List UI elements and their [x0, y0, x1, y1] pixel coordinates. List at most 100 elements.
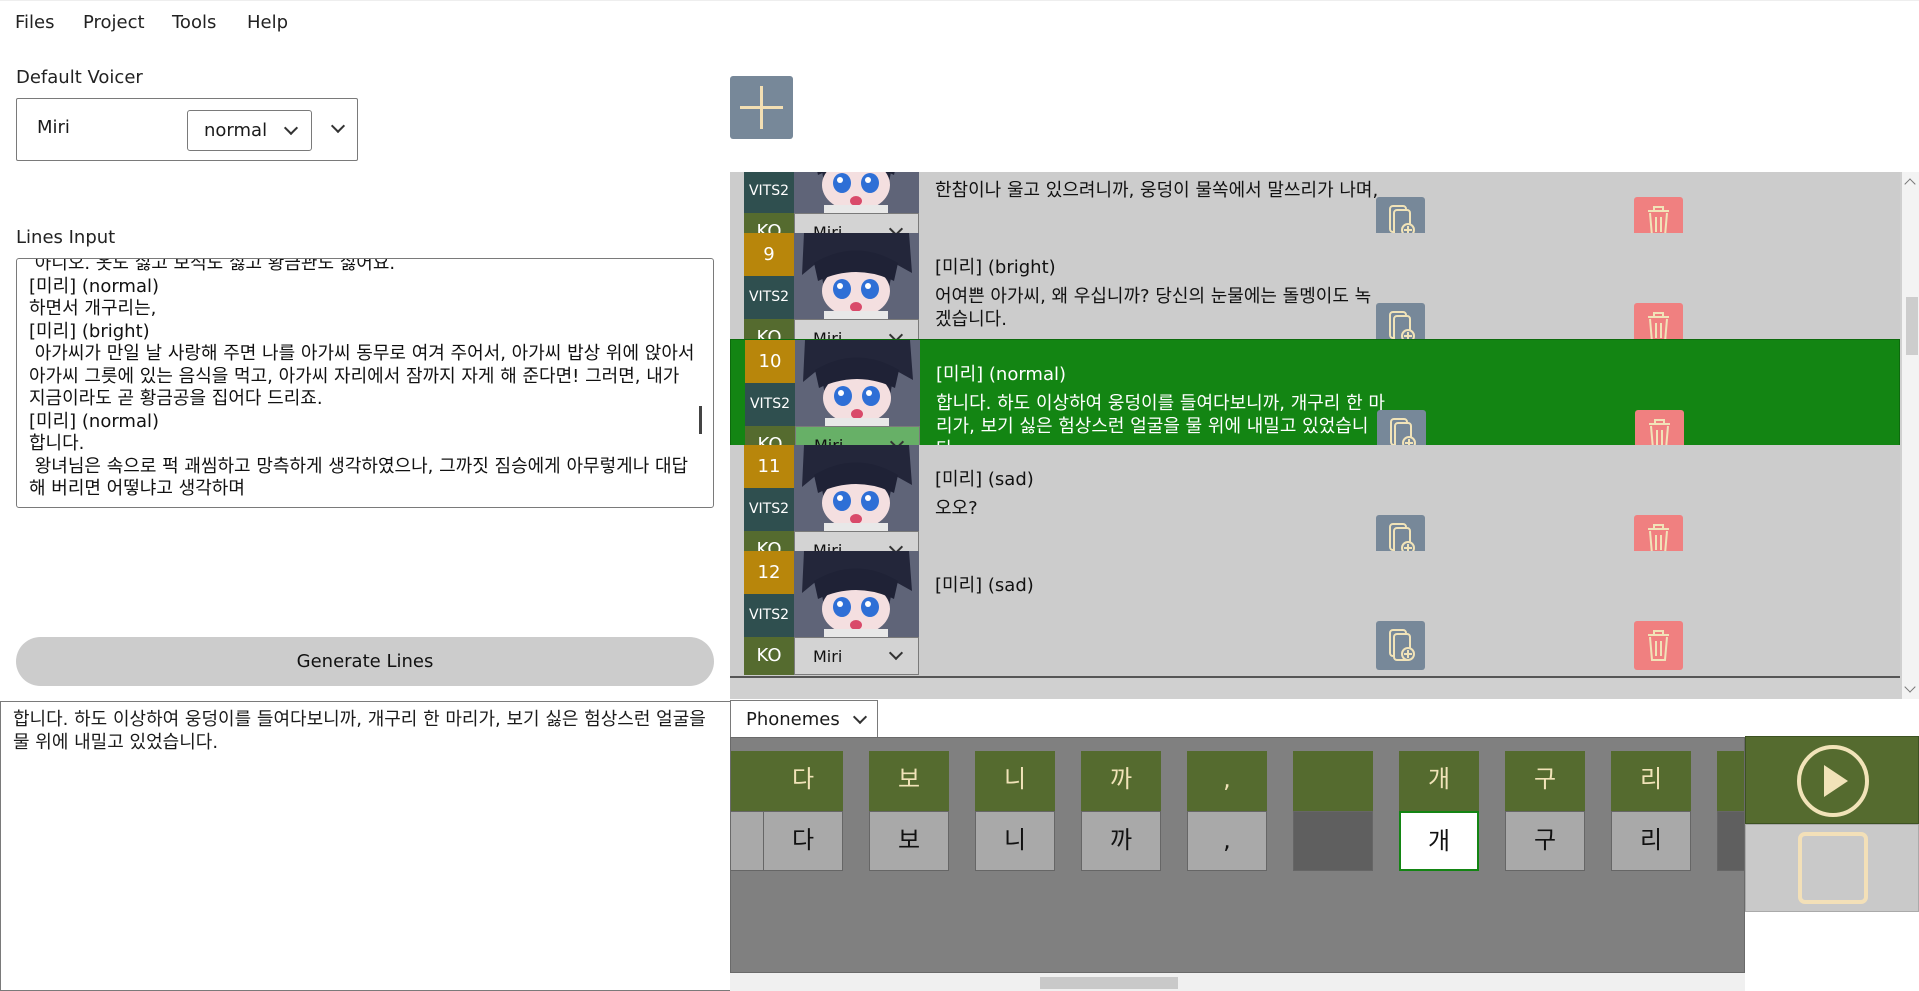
line-header: [미리] (sad)	[935, 575, 1034, 596]
phoneme-input-cell[interactable]: 보	[869, 811, 949, 871]
lines-input-scrollbar[interactable]	[699, 406, 702, 434]
voicer-name: Miri	[37, 117, 70, 138]
menu-help[interactable]: Help	[247, 12, 288, 33]
phoneme-input-cell[interactable]: 개	[1399, 811, 1479, 871]
avatar-image	[794, 172, 919, 213]
voicer-avatar	[794, 233, 919, 319]
phoneme-input-cell[interactable]: 리	[1611, 811, 1691, 871]
voicer-avatar	[795, 340, 920, 426]
line-voicer-select[interactable]: Miri	[794, 637, 919, 675]
line-number-badge: 9	[744, 233, 794, 276]
phoneme-hscrollbar[interactable]	[730, 973, 1745, 991]
phoneme-column: 개개	[1399, 751, 1479, 871]
default-voicer-label: Default Voicer	[16, 67, 143, 88]
add-line-button[interactable]	[730, 76, 793, 139]
phoneme-input-cell[interactable]: ,	[1187, 811, 1267, 871]
phoneme-source-cell: 니	[975, 751, 1055, 811]
line-text: 한참이나 울고 있으려니까, 웅덩이 물쏙에서 말쓰리가 나며,	[935, 180, 1379, 201]
lines-list-scrollbar[interactable]	[1902, 172, 1919, 699]
line-text: 어여쁜 아가씨, 왜 우십니까? 당신의 눈물에는 돌멩이도 녹겠습니다.	[935, 286, 1372, 330]
avatar-image	[794, 551, 919, 637]
line-voicer-value: Miri	[813, 647, 843, 666]
line-text-editor-value[interactable]: 합니다. 하도 이상하여 웅덩이를 들여다보니까, 개구리 한 마리가, 보기 …	[13, 708, 713, 754]
phoneme-mode-select[interactable]: Phonemes	[730, 700, 878, 738]
playback-panel	[1745, 736, 1919, 912]
line-model-badge: VITS2	[744, 594, 794, 637]
scrollbar-thumb[interactable]	[1040, 977, 1178, 989]
copy-add-icon	[1389, 629, 1415, 661]
line-number-badge: 12	[744, 551, 794, 594]
phoneme-input-cell[interactable]: 니	[975, 811, 1055, 871]
scrollbar-thumb[interactable]	[1906, 297, 1918, 355]
phoneme-column: 다다	[763, 751, 843, 871]
phoneme-column: 구구	[1505, 751, 1585, 871]
generate-lines-button[interactable]: Generate Lines	[16, 637, 714, 686]
line-number-badge: 11	[744, 445, 794, 488]
duplicate-line-button[interactable]	[1376, 621, 1425, 670]
lines-input-label: Lines Input	[16, 227, 116, 248]
chevron-down-icon	[852, 709, 868, 725]
line-header: [미리] (normal)	[936, 364, 1067, 385]
line-language-badge: KO	[744, 637, 794, 675]
line-header: [미리] (bright)	[935, 257, 1056, 278]
phoneme-editor: 다다보보니니까까,,개개구구리리	[730, 737, 1745, 973]
phoneme-column	[1293, 751, 1373, 871]
phoneme-source-cell: 구	[1505, 751, 1585, 811]
phoneme-source-cell: ,	[1187, 751, 1267, 811]
phoneme-mode-value: Phonemes	[746, 709, 840, 730]
voicer-avatar	[794, 445, 919, 531]
phoneme-source-cell: 다	[763, 751, 843, 811]
avatar-image	[795, 340, 920, 426]
stop-icon	[1798, 832, 1868, 904]
chevron-down-icon[interactable]	[330, 118, 346, 134]
phoneme-input-cell[interactable]: 다	[763, 811, 843, 871]
phoneme-source-cell: 보	[869, 751, 949, 811]
phoneme-source-cell: 리	[1611, 751, 1691, 811]
line-header: [미리] (normal)	[935, 172, 1065, 173]
line-model-badge: VITS2	[744, 276, 794, 319]
phoneme-source-cell: 까	[1081, 751, 1161, 811]
line-header: [미리] (sad)	[935, 469, 1034, 490]
phoneme-source-cell	[1293, 751, 1373, 811]
phoneme-column: ,,	[1187, 751, 1267, 871]
default-voicer-select[interactable]: Miri normal	[16, 98, 358, 161]
delete-line-button[interactable]	[1634, 621, 1683, 670]
line-model-badge: VITS2	[745, 383, 795, 426]
phoneme-input-cell[interactable]	[1717, 811, 1744, 871]
scroll-up-icon[interactable]	[1904, 178, 1916, 190]
voicer-avatar	[794, 172, 919, 213]
lines-list: 8VITS2KOMiri[미리] (normal)한참이나 울고 있으려니까, …	[730, 172, 1902, 699]
phoneme-input-cell[interactable]	[1293, 811, 1373, 871]
phoneme-input-cell[interactable]: 까	[1081, 811, 1161, 871]
line-text: 오오?	[935, 498, 978, 519]
menu-tools[interactable]: Tools	[172, 12, 216, 33]
phoneme-source-cell: 개	[1399, 751, 1479, 811]
avatar-image	[794, 233, 919, 319]
line-number-badge: 10	[745, 340, 795, 383]
voicer-style-select[interactable]: normal	[187, 110, 312, 151]
line-row[interactable]: 12 VITS2 KO Miri [미리] (sad)	[730, 551, 1900, 678]
stop-button[interactable]	[1745, 824, 1919, 912]
lines-input-text[interactable]: 아니오. 옷도 싫고 보석도 싫고 황금관도 싫어요. [미리] (normal…	[29, 259, 699, 501]
voicer-avatar	[794, 551, 919, 637]
chevron-down-icon	[888, 645, 904, 661]
line-model-badge: VITS2	[744, 172, 794, 213]
lines-input-textarea[interactable]: 아니오. 옷도 싫고 보석도 싫고 황금관도 싫어요. [미리] (normal…	[16, 258, 714, 508]
line-text-editor[interactable]: 합니다. 하도 이상하여 웅덩이를 들여다보니까, 개구리 한 마리가, 보기 …	[0, 701, 731, 991]
phoneme-input-cell[interactable]: 구	[1505, 811, 1585, 871]
play-icon	[1797, 745, 1869, 817]
menu-files[interactable]: Files	[15, 12, 55, 33]
scroll-down-icon[interactable]	[1904, 681, 1916, 693]
phoneme-source-cell	[1717, 751, 1744, 811]
phoneme-column: 니니	[975, 751, 1055, 871]
play-button[interactable]	[1745, 736, 1919, 824]
trash-icon	[1648, 630, 1669, 661]
voicer-style-value: normal	[204, 120, 268, 141]
chevron-down-icon	[283, 120, 299, 136]
plus-icon-stem	[760, 86, 763, 129]
menu-bar: Files Project Tools Help	[0, 0, 1919, 42]
menu-project[interactable]: Project	[83, 12, 145, 33]
phoneme-column: 보보	[869, 751, 949, 871]
avatar-image	[794, 445, 919, 531]
line-model-badge: VITS2	[744, 488, 794, 531]
